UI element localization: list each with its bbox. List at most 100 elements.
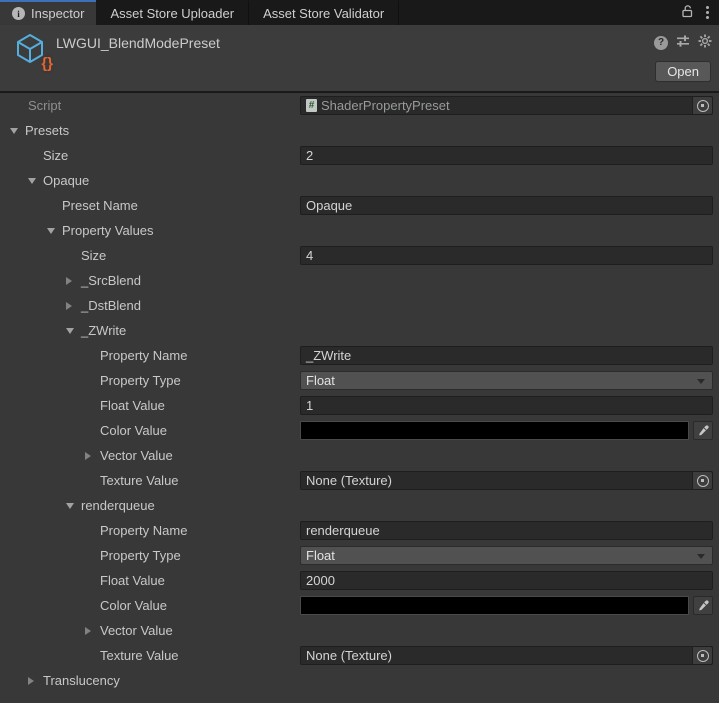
foldout-label[interactable]: _DstBlend [81, 298, 141, 313]
object-picker-icon[interactable] [692, 97, 712, 114]
row-script: Script # ShaderPropertyPreset [0, 93, 719, 118]
foldout-arrow-open-icon[interactable] [66, 503, 81, 509]
foldout-label[interactable]: Presets [25, 123, 69, 138]
property-name-input[interactable]: _ZWrite [300, 346, 713, 365]
foldout-arrow-open-icon[interactable] [10, 128, 25, 134]
row-zwrite-property-name: Property Name _ZWrite [0, 343, 719, 368]
size-input[interactable]: 2 [300, 146, 713, 165]
foldout-arrow-open-icon[interactable] [47, 228, 62, 234]
gear-icon[interactable] [698, 34, 712, 51]
row-property-values-size: Size 4 [0, 243, 719, 268]
property-name-input[interactable]: renderqueue [300, 521, 713, 540]
row-renderqueue-property-name: Property Name renderqueue [0, 518, 719, 543]
field-label: Property Name [100, 348, 187, 363]
foldout-label[interactable]: renderqueue [81, 498, 155, 513]
tab-bar: i Inspector Asset Store Uploader Asset S… [0, 0, 719, 25]
scriptable-object-icon: {} [13, 32, 49, 68]
foldout-arrow-closed-icon[interactable] [85, 627, 100, 635]
size-value: 2 [306, 147, 313, 164]
foldout-label[interactable]: Property Values [62, 223, 154, 238]
size-input[interactable]: 4 [300, 246, 713, 265]
info-icon: i [12, 7, 25, 20]
foldout-arrow-closed-icon[interactable] [28, 677, 43, 685]
foldout-label[interactable]: _ZWrite [81, 323, 126, 338]
field-label: Float Value [100, 573, 165, 588]
float-value-input[interactable]: 1 [300, 396, 713, 415]
inspector-window: i Inspector Asset Store Uploader Asset S… [0, 0, 719, 703]
lock-icon[interactable] [680, 4, 694, 21]
tab-asset-store-uploader[interactable]: Asset Store Uploader [96, 0, 249, 25]
chevron-down-icon [697, 379, 705, 384]
row-renderqueue-color-value: Color Value [0, 593, 719, 618]
eyedropper-icon[interactable] [693, 596, 713, 615]
field-label: Property Type [100, 373, 181, 388]
row-renderqueue-texture-value: Texture Value None (Texture) [0, 643, 719, 668]
preset-name-value: Opaque [306, 197, 352, 214]
field-label: Property Type [100, 548, 181, 563]
object-picker-icon[interactable] [692, 472, 712, 489]
script-object-field[interactable]: # ShaderPropertyPreset [300, 96, 713, 115]
texture-object-field[interactable]: None (Texture) [300, 471, 713, 490]
asset-title: LWGUI_BlendModePreset [56, 35, 220, 51]
field-label: Preset Name [62, 198, 138, 213]
object-picker-icon[interactable] [692, 647, 712, 664]
row-presets-size: Size 2 [0, 143, 719, 168]
row-renderqueue-float-value: Float Value 2000 [0, 568, 719, 593]
foldout-arrow-open-icon[interactable] [66, 328, 81, 334]
row-renderqueue-vector-value: Vector Value [0, 618, 719, 643]
row-property-values: Property Values [0, 218, 719, 243]
inspector-header: {} LWGUI_BlendModePreset ? [0, 25, 719, 93]
help-icon[interactable]: ? [654, 36, 668, 50]
foldout-arrow-closed-icon[interactable] [85, 452, 100, 460]
tab-label: Asset Store Uploader [110, 6, 234, 21]
float-value: 1 [306, 397, 313, 414]
csharp-script-icon: # [306, 99, 317, 112]
foldout-label[interactable]: Vector Value [100, 448, 173, 463]
foldout-label[interactable]: Vector Value [100, 623, 173, 638]
kebab-menu-icon[interactable] [706, 6, 709, 19]
row-presets: Presets [0, 118, 719, 143]
property-name-value: _ZWrite [306, 347, 351, 364]
row-srcblend: _SrcBlend [0, 268, 719, 293]
script-object-value: ShaderPropertyPreset [321, 97, 450, 114]
field-label: Color Value [100, 598, 167, 613]
property-type-value: Float [306, 547, 335, 564]
field-label: Color Value [100, 423, 167, 438]
foldout-label[interactable]: _SrcBlend [81, 273, 141, 288]
tab-label: Inspector [31, 6, 84, 21]
open-button[interactable]: Open [655, 61, 711, 82]
foldout-arrow-closed-icon[interactable] [66, 302, 81, 310]
foldout-arrow-open-icon[interactable] [28, 178, 43, 184]
row-zwrite-float-value: Float Value 1 [0, 393, 719, 418]
property-type-dropdown[interactable]: Float [300, 371, 713, 390]
float-value-input[interactable]: 2000 [300, 571, 713, 590]
foldout-arrow-closed-icon[interactable] [66, 277, 81, 285]
foldout-label[interactable]: Translucency [43, 673, 120, 688]
color-field [300, 596, 713, 615]
field-label: Texture Value [100, 473, 179, 488]
float-value: 2000 [306, 572, 335, 589]
field-label: Property Name [100, 523, 187, 538]
tab-asset-store-validator[interactable]: Asset Store Validator [249, 0, 399, 25]
field-label: Float Value [100, 398, 165, 413]
eyedropper-icon[interactable] [693, 421, 713, 440]
texture-value: None (Texture) [306, 472, 392, 489]
color-swatch[interactable] [300, 596, 689, 615]
row-dstblend: _DstBlend [0, 293, 719, 318]
preset-name-input[interactable]: Opaque [300, 196, 713, 215]
size-value: 4 [306, 247, 313, 264]
header-icon-group: ? [654, 34, 712, 51]
color-swatch[interactable] [300, 421, 689, 440]
presets-icon[interactable] [676, 34, 690, 51]
property-type-dropdown[interactable]: Float [300, 546, 713, 565]
row-renderqueue: renderqueue [0, 493, 719, 518]
foldout-label[interactable]: Opaque [43, 173, 89, 188]
tab-inspector[interactable]: i Inspector [0, 0, 96, 25]
property-type-value: Float [306, 372, 335, 389]
field-label: Texture Value [100, 648, 179, 663]
row-zwrite-vector-value: Vector Value [0, 443, 719, 468]
chevron-down-icon [697, 554, 705, 559]
braces-glyph: {} [41, 55, 53, 72]
field-label: Size [81, 248, 106, 263]
texture-object-field[interactable]: None (Texture) [300, 646, 713, 665]
